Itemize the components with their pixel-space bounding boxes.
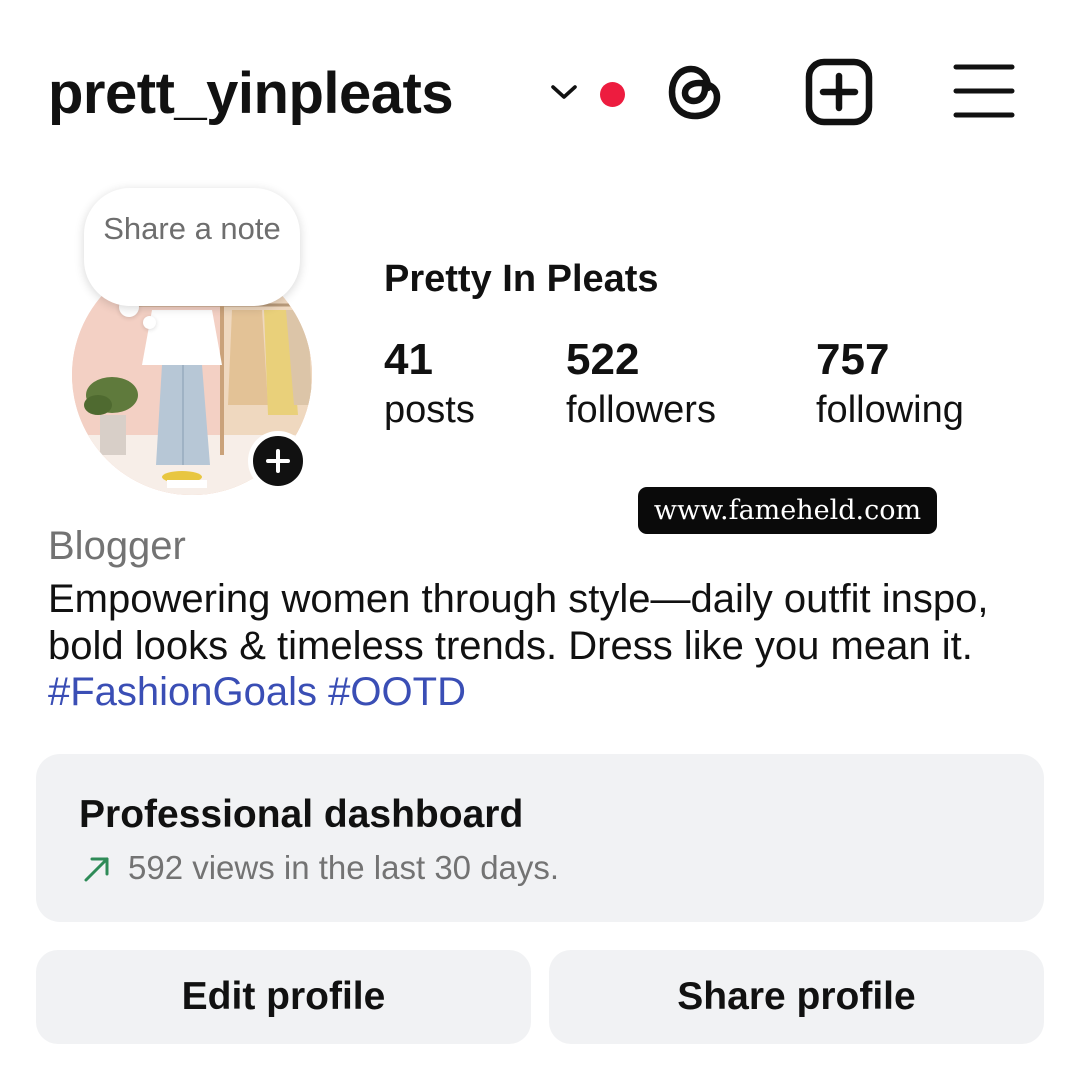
dashboard-views-summary: 592 views in the last 30 days. <box>128 849 560 886</box>
share-note-text: Share a note <box>103 211 281 246</box>
dashboard-title: Professional dashboard <box>79 793 524 836</box>
share-note-bubble[interactable]: Share a note <box>84 188 300 306</box>
hashtag-link[interactable]: #FashionGoals <box>48 670 317 714</box>
profile-screen: prett_yinpleats Share a note Pretty In P… <box>0 0 1080 1074</box>
hashtag-link[interactable]: #OOTD <box>328 670 466 714</box>
share-profile-button[interactable]: Share profile <box>549 950 1044 1044</box>
following-count: 757 <box>816 335 890 384</box>
note-bubble-tail-small <box>143 316 156 329</box>
followers-count: 522 <box>566 335 640 384</box>
profile-display-name: Pretty In Pleats <box>384 258 659 300</box>
following-label: following <box>816 389 964 431</box>
bio-text: Empowering women through style—daily out… <box>48 577 989 668</box>
edit-profile-button[interactable]: Edit profile <box>36 950 531 1044</box>
profile-bio: Empowering women through style—daily out… <box>48 576 1038 716</box>
following-stat[interactable]: 757 following <box>816 334 964 434</box>
add-story-button[interactable] <box>248 431 308 491</box>
threads-icon[interactable] <box>664 58 726 126</box>
posts-count: 41 <box>384 335 433 384</box>
profile-category: Blogger <box>48 524 186 568</box>
trending-up-icon <box>84 857 109 882</box>
followers-label: followers <box>566 389 716 431</box>
posts-label: posts <box>384 389 475 431</box>
account-username[interactable]: prett_yinpleats <box>48 58 454 130</box>
notification-dot <box>600 82 625 107</box>
posts-stat[interactable]: 41 posts <box>384 334 475 434</box>
menu-icon[interactable] <box>953 62 1015 120</box>
create-post-icon[interactable] <box>805 58 873 126</box>
followers-stat[interactable]: 522 followers <box>566 334 716 434</box>
professional-dashboard-card[interactable]: Professional dashboard 592 views in the … <box>36 754 1044 922</box>
top-bar: prett_yinpleats <box>0 0 1080 190</box>
chevron-down-icon[interactable] <box>548 80 580 104</box>
watermark: www.fameheld.com <box>638 487 937 534</box>
